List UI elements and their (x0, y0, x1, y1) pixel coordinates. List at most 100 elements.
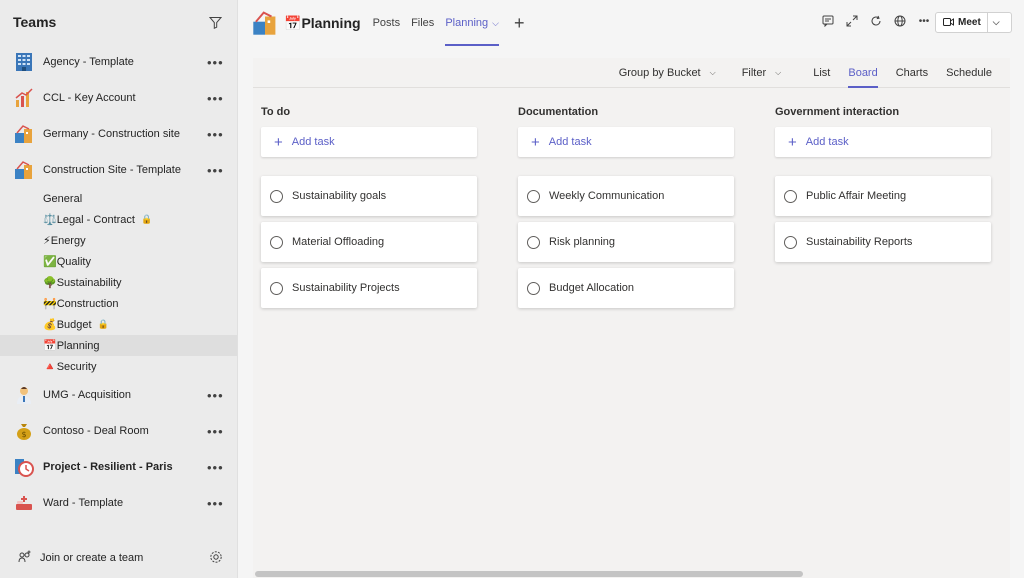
channel-label: Planning (56, 339, 100, 352)
more-options-icon[interactable]: ••• (207, 388, 223, 403)
sidebar-title: Teams (13, 14, 57, 30)
lock-icon: 🔒 (97, 319, 109, 329)
add-task-button[interactable]: + Add task (518, 127, 734, 157)
task-complete-checkbox[interactable] (784, 235, 797, 249)
view-tab-schedule[interactable]: Schedule (946, 58, 992, 88)
check-mark-icon: ✅ (43, 256, 57, 268)
view-tab-board[interactable]: Board (848, 58, 879, 88)
chevron-down-icon[interactable]: ⌵ (993, 17, 1000, 28)
settings-gear-icon[interactable] (209, 550, 223, 567)
lightning-icon: ⚡ (43, 235, 51, 247)
building-icon (13, 51, 35, 73)
team-item-construction-site-template[interactable]: Construction Site - Template ••• (0, 152, 237, 188)
task-complete-checkbox[interactable] (527, 281, 540, 295)
conversation-icon[interactable] (821, 14, 835, 28)
group-by-dropdown[interactable]: Group by Bucket ⌵ (619, 58, 716, 88)
tab-posts[interactable]: Posts (373, 0, 401, 46)
money-bag-icon: $ (13, 420, 35, 442)
clock-icon (13, 456, 35, 478)
task-card[interactable]: Material Offloading (261, 222, 477, 262)
task-card[interactable]: Sustainability Reports (775, 222, 991, 262)
team-name: UMG - Acquisition (43, 389, 132, 401)
task-card[interactable]: Sustainability goals (261, 176, 477, 216)
channel-tabs: Posts Files Planning ⌵ + (373, 0, 525, 46)
bucket-to-do: To do + Add task Sustainability goals Ma… (261, 106, 477, 308)
task-card[interactable]: Sustainability Projects (261, 268, 477, 308)
channel-sustainability[interactable]: 🌳 Sustainability (0, 272, 237, 293)
team-item-agency-template[interactable]: Agency - Template ••• (0, 44, 237, 80)
channel-security[interactable]: 🔺 Security (0, 356, 237, 377)
more-options-icon[interactable]: ••• (917, 14, 931, 28)
chevron-down-icon: ⌵ (775, 67, 782, 77)
task-title: Budget Allocation (549, 282, 635, 294)
medical-icon (13, 492, 35, 514)
team-item-contoso-deal-room[interactable]: $ Contoso - Deal Room ••• (0, 413, 237, 449)
task-card[interactable]: Risk planning (518, 222, 734, 262)
join-or-create-team-link[interactable]: Join or create a team (40, 552, 209, 564)
more-options-icon[interactable]: ••• (207, 460, 223, 475)
channel-budget[interactable]: 💰 Budget 🔒 (0, 314, 237, 335)
task-card[interactable]: Weekly Communication (518, 176, 734, 216)
task-title: Sustainability goals (292, 190, 387, 202)
task-complete-checkbox[interactable] (270, 281, 283, 295)
bucket-title[interactable]: Government interaction (775, 106, 991, 120)
channel-quality[interactable]: ✅ Quality (0, 251, 237, 272)
tab-planning[interactable]: Planning ⌵ (445, 0, 499, 46)
join-team-icon[interactable] (18, 550, 32, 567)
more-options-icon[interactable]: ••• (207, 163, 223, 178)
planner-board: Group by Bucket ⌵ Filter ⌵ List Board Ch… (253, 58, 1010, 578)
team-name: Ward - Template (43, 497, 124, 509)
expand-icon[interactable] (845, 14, 859, 28)
bucket-title[interactable]: Documentation (518, 106, 734, 120)
add-task-button[interactable]: + Add task (261, 127, 477, 157)
team-item-project-resilient-paris[interactable]: Project - Resilient - Paris ••• (0, 449, 237, 485)
horizontal-scrollbar[interactable] (255, 571, 803, 577)
planner-toolbar: Group by Bucket ⌵ Filter ⌵ List Board Ch… (253, 58, 1010, 88)
refresh-icon[interactable] (869, 14, 883, 28)
view-tab-charts[interactable]: Charts (896, 58, 928, 88)
meet-button[interactable]: Meet ⌵ (935, 12, 1012, 33)
task-title: Public Affair Meeting (806, 190, 907, 202)
team-item-ccl-key-account[interactable]: CCL - Key Account ••• (0, 80, 237, 116)
lock-icon: 🔒 (140, 214, 153, 224)
channel-legal-contract[interactable]: ⚖️ Legal - Contract 🔒 (0, 209, 237, 230)
task-complete-checkbox[interactable] (527, 189, 540, 203)
bucket-title[interactable]: To do (261, 106, 477, 120)
team-name: Construction Site - Template (43, 164, 181, 176)
more-options-icon[interactable]: ••• (207, 55, 223, 70)
plus-icon: + (788, 133, 797, 151)
channel-label: Security (56, 360, 97, 373)
task-card[interactable]: Budget Allocation (518, 268, 734, 308)
team-name: Contoso - Deal Room (43, 425, 149, 437)
channel-planning[interactable]: 📅 Planning (0, 335, 237, 356)
channel-construction[interactable]: 🚧 Construction (0, 293, 237, 314)
more-options-icon[interactable]: ••• (207, 496, 223, 511)
divider (986, 13, 988, 32)
globe-icon[interactable] (893, 14, 907, 28)
team-item-ward-template[interactable]: Ward - Template ••• (0, 485, 237, 521)
team-item-germany-construction-site[interactable]: Germany - Construction site ••• (0, 116, 237, 152)
task-complete-checkbox[interactable] (270, 189, 283, 203)
task-complete-checkbox[interactable] (784, 189, 797, 203)
add-task-button[interactable]: + Add task (775, 127, 991, 157)
channel-label: Quality (56, 255, 91, 268)
filter-dropdown[interactable]: Filter ⌵ (742, 58, 782, 88)
more-options-icon[interactable]: ••• (207, 127, 223, 142)
add-tab-button[interactable]: + (514, 13, 525, 34)
team-item-umg-acquisition[interactable]: UMG - Acquisition ••• (0, 377, 237, 413)
task-complete-checkbox[interactable] (527, 235, 540, 249)
filter-icon[interactable] (207, 14, 223, 30)
task-card[interactable]: Public Affair Meeting (775, 176, 991, 216)
channel-label: Budget (56, 318, 92, 331)
more-options-icon[interactable]: ••• (207, 91, 223, 106)
task-complete-checkbox[interactable] (270, 235, 283, 249)
team-name: Agency - Template (43, 56, 134, 68)
add-task-label: Add task (548, 136, 592, 148)
channel-general[interactable]: General (0, 188, 237, 209)
channel-energy[interactable]: ⚡ Energy (0, 230, 237, 251)
task-title: Material Offloading (292, 236, 385, 248)
tab-files[interactable]: Files (411, 0, 434, 46)
more-options-icon[interactable]: ••• (207, 424, 223, 439)
view-tab-list[interactable]: List (813, 58, 830, 88)
bucket-documentation: Documentation + Add task Weekly Communic… (518, 106, 734, 308)
